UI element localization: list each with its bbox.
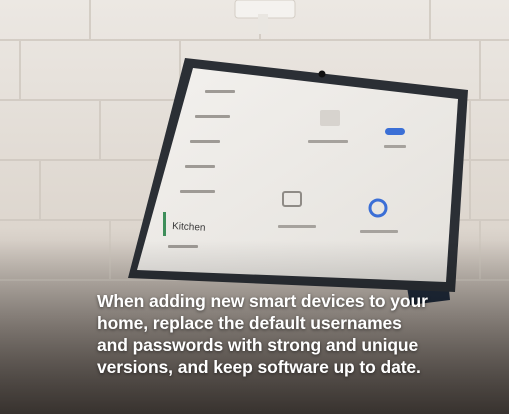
cable [258, 14, 268, 34]
right-border [509, 0, 517, 414]
kitchen-selected-indicator [163, 212, 166, 236]
caption-line-1: When adding new smart devices to your [97, 291, 428, 311]
tile-label-4 [360, 230, 398, 233]
toggle-on-icon [385, 128, 405, 135]
smart-display-photo: Kitchen When adding new smart devices to… [0, 0, 517, 414]
caption-line-3: and passwords with strong and unique [97, 335, 419, 355]
camera-lens [318, 70, 326, 78]
tile-label-2 [384, 145, 406, 148]
caption-line-4: versions, and keep software up to date. [97, 357, 421, 377]
tile-label-3 [278, 225, 316, 228]
tile-device-icon [320, 110, 340, 126]
caption-line-2: home, replace the default usernames [97, 313, 402, 333]
screen-menu-kitchen: Kitchen [172, 221, 206, 234]
tile-label [308, 140, 348, 143]
photo-caption: When adding new smart devices to your ho… [97, 290, 507, 378]
